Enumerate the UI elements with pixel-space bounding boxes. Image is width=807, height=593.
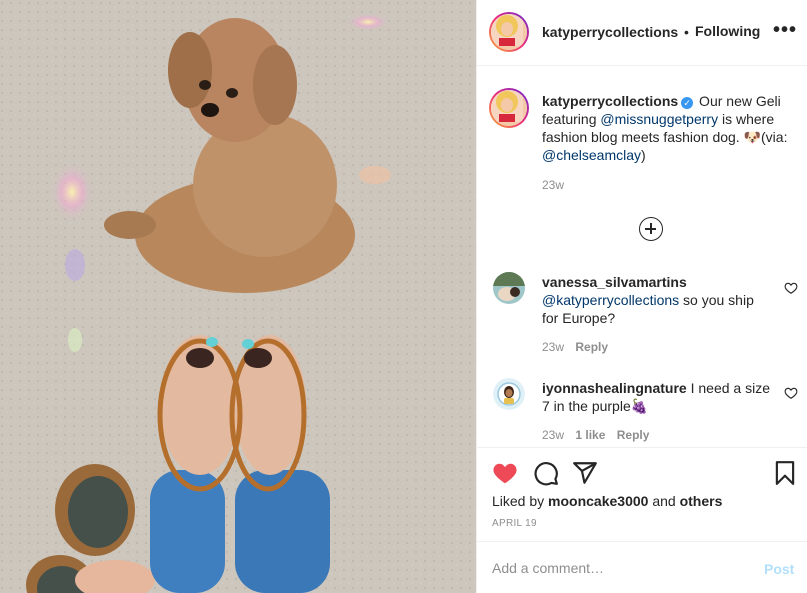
comment-avatar[interactable] bbox=[493, 378, 525, 410]
comment-timestamp[interactable]: 23w bbox=[542, 340, 564, 354]
caption-avatar[interactable] bbox=[489, 88, 529, 128]
caption-mention-1[interactable]: @missnuggetperry bbox=[600, 111, 718, 127]
comment-username[interactable]: vanessa_silvamartins bbox=[542, 274, 687, 290]
reply-button[interactable]: Reply bbox=[617, 428, 650, 442]
add-comment-bar: Post bbox=[477, 541, 807, 593]
comment-meta: 23w Reply bbox=[542, 340, 616, 354]
post-date[interactable]: APRIL 19 bbox=[492, 518, 537, 529]
post-comment-button[interactable]: Post bbox=[764, 561, 794, 577]
bookmark-icon[interactable] bbox=[772, 460, 798, 486]
heart-outline-icon[interactable] bbox=[784, 386, 798, 400]
post-photo[interactable] bbox=[0, 0, 476, 593]
header-separator: • bbox=[684, 24, 689, 40]
liked-by-others[interactable]: others bbox=[680, 493, 723, 509]
comment-text: iyonnashealingnature I need a size 7 in … bbox=[542, 379, 774, 415]
liked-by-user[interactable]: mooncake3000 bbox=[548, 493, 648, 509]
post-caption: katyperrycollections ✓ Our new Geli featu… bbox=[542, 92, 804, 164]
comment-icon[interactable] bbox=[533, 460, 559, 486]
verified-badge-icon: ✓ bbox=[681, 97, 694, 109]
reply-button[interactable]: Reply bbox=[575, 340, 608, 354]
author-username[interactable]: katyperrycollections bbox=[542, 24, 678, 40]
post-panel: katyperrycollections • Following ••• kat… bbox=[476, 0, 807, 593]
comment-mention[interactable]: @katyperrycollections bbox=[542, 292, 679, 308]
caption-text-3: ) bbox=[641, 147, 646, 163]
comment-text: vanessa_silvamartins @katyperrycollection… bbox=[542, 273, 774, 327]
comment-avatar[interactable] bbox=[493, 272, 525, 304]
post-header: katyperrycollections • Following ••• bbox=[477, 0, 807, 66]
comment-likes[interactable]: 1 like bbox=[575, 428, 605, 442]
author-avatar[interactable] bbox=[489, 12, 529, 52]
heart-filled-icon[interactable] bbox=[492, 460, 518, 486]
comment-meta: 23w 1 like Reply bbox=[542, 428, 657, 442]
more-options-icon[interactable]: ••• bbox=[773, 19, 797, 42]
share-icon[interactable] bbox=[572, 460, 598, 486]
photo-illustration bbox=[0, 0, 476, 593]
liked-by-mid: and bbox=[648, 493, 680, 509]
following-button[interactable]: Following bbox=[695, 23, 760, 39]
comment-input[interactable] bbox=[492, 558, 742, 578]
caption-timestamp[interactable]: 23w bbox=[542, 178, 564, 192]
plus-circle-icon[interactable] bbox=[639, 217, 663, 241]
caption-mention-2[interactable]: @chelseamclay bbox=[542, 147, 641, 163]
liked-by-prefix: Liked by bbox=[492, 493, 549, 509]
comment-timestamp[interactable]: 23w bbox=[542, 428, 564, 442]
caption-username[interactable]: katyperrycollections bbox=[542, 93, 678, 109]
comment-username[interactable]: iyonnashealingnature bbox=[542, 380, 687, 396]
liked-by-summary: Liked by mooncake3000 and others bbox=[492, 493, 722, 509]
heart-outline-icon[interactable] bbox=[784, 281, 798, 295]
